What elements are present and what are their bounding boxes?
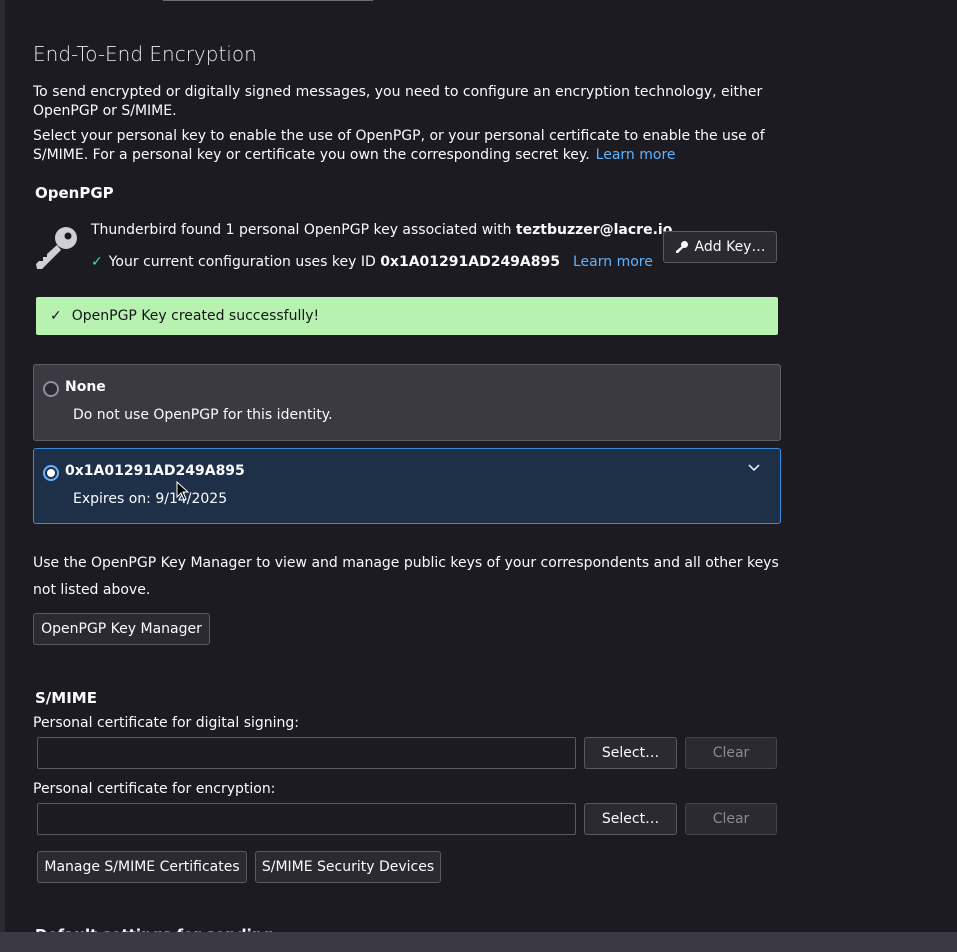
smime-heading: S/MIME [35,689,97,707]
learn-more-link-2[interactable]: Learn more [573,254,653,270]
manage-certs-label: Manage S/MIME Certificates [44,859,240,875]
chevron-down-icon[interactable] [748,461,760,476]
current-key-id: 0x1A01291AD249A895 [380,254,560,270]
page-title: End-To-End Encryption [33,42,257,66]
security-devices-label: S/MIME Security Devices [261,859,435,875]
option-subtitle: Do not use OpenPGP for this identity. [73,407,333,423]
key-manager-label: OpenPGP Key Manager [41,621,202,637]
clear-label: Clear [712,811,750,827]
signing-cert-field[interactable] [37,737,576,769]
found-key-text: Thunderbird found 1 personal OpenPGP key… [91,222,672,238]
scroll-indicator [163,0,373,1]
signing-select-button[interactable]: Select… [584,737,677,769]
select-key-text: Select your personal key to enable the u… [33,127,778,165]
key-icon [36,227,77,269]
intro-text: To send encrypted or digitally signed me… [33,84,763,119]
select-label: Select… [601,745,660,761]
key-option-none[interactable]: None Do not use OpenPGP for this identit… [33,364,781,441]
left-border [0,0,5,932]
found-key-prefix: Thunderbird found 1 personal OpenPGP key… [91,222,516,238]
config-prefix: Your current configuration uses key ID [108,254,381,270]
identity-email: teztbuzzer@lacre.io [515,222,673,238]
manage-smime-certificates-button[interactable]: Manage S/MIME Certificates [37,851,247,883]
key-option-selected[interactable]: 0x1A01291AD249A895 Expires on: 9/14/2025 [33,448,781,524]
radio-none[interactable] [43,381,59,397]
mouse-cursor-icon [176,481,190,501]
bottom-bar [0,932,957,952]
check-icon: ✓ [50,308,62,324]
smime-security-devices-button[interactable]: S/MIME Security Devices [255,851,441,883]
success-message: OpenPGP Key created successfully! [71,308,320,324]
openpgp-heading: OpenPGP [35,184,114,202]
radio-key[interactable] [43,465,59,481]
option-subtitle: Expires on: 9/14/2025 [73,491,228,507]
encryption-cert-label: Personal certificate for encryption: [33,781,276,797]
current-config-text: ✓ Your current configuration uses key ID … [91,254,653,270]
signing-cert-label: Personal certificate for digital signing… [33,715,300,731]
encryption-clear-button[interactable]: Clear [685,803,777,835]
success-banner: ✓ OpenPGP Key created successfully! [36,297,778,335]
option-title: None [65,379,106,395]
clear-label: Clear [712,745,750,761]
key-manager-text: Use the OpenPGP Key Manager to view and … [33,555,779,598]
add-key-label: Add Key… [694,239,766,255]
encryption-cert-field[interactable] [37,803,576,835]
signing-clear-button[interactable]: Clear [685,737,777,769]
learn-more-link[interactable]: Learn more [596,147,676,163]
add-key-button[interactable]: Add Key… [663,231,777,263]
encryption-select-button[interactable]: Select… [584,803,677,835]
check-icon: ✓ [91,254,103,270]
key-manager-button[interactable]: OpenPGP Key Manager [33,613,210,645]
add-key-icon [675,241,688,253]
select-label: Select… [601,811,660,827]
option-title: 0x1A01291AD249A895 [65,463,245,479]
